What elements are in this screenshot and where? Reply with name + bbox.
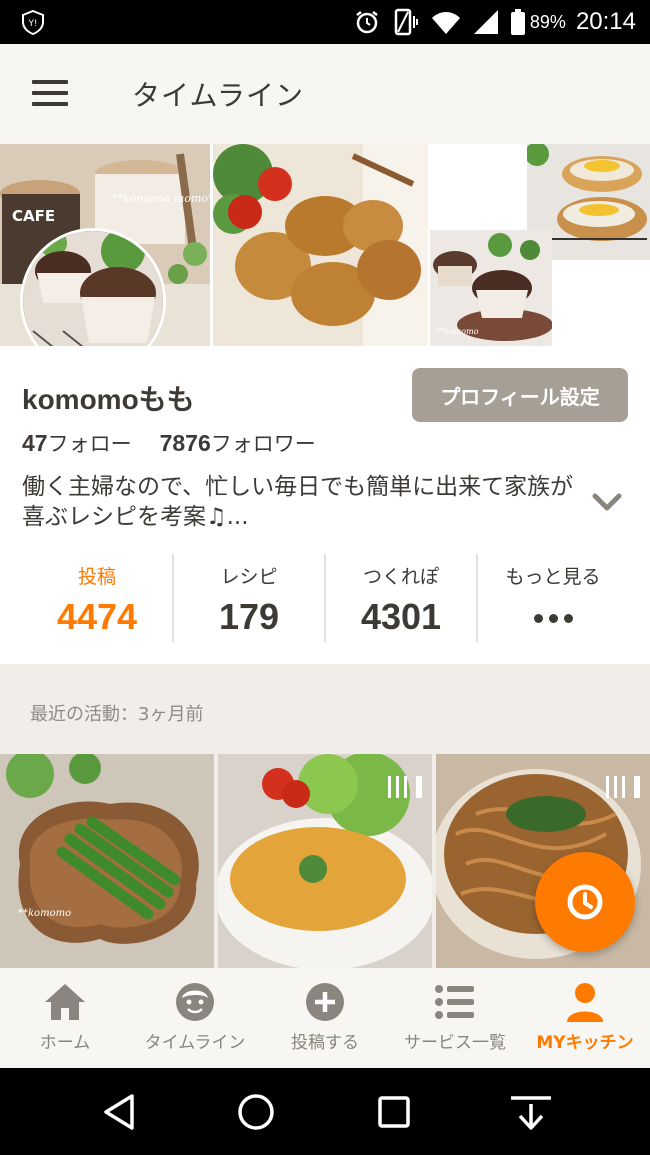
plus-circle-icon — [306, 983, 344, 1021]
stat-label: もっと見る — [505, 566, 601, 588]
nav-label: サービス一覧 — [404, 1033, 506, 1053]
follow-link[interactable]: 47フォロー — [22, 428, 132, 458]
profile-settings-button[interactable]: プロフィール設定 — [412, 368, 628, 422]
nav-label: MYキッチン — [536, 1033, 634, 1053]
status-bar: Y! 89% 20:14 — [0, 0, 650, 44]
recents-icon[interactable] — [376, 1094, 412, 1130]
stat-value: 4301 — [360, 596, 442, 637]
battery-icon — [510, 9, 525, 35]
stat-recipes[interactable]: レシピ 179 — [174, 554, 326, 642]
nav-label: ホーム — [39, 1033, 91, 1053]
recipe-photo-omelette[interactable] — [218, 754, 432, 968]
person-icon — [567, 983, 603, 1022]
clock: 20:14 — [575, 8, 636, 35]
cafe-cup-text: CAFE — [12, 207, 55, 225]
svg-text:Y!: Y! — [27, 19, 37, 29]
stat-tsukurepo[interactable]: つくれぽ 4301 — [326, 554, 478, 642]
recent-activity: 最近の活動：3ヶ月前 — [0, 664, 650, 756]
bottom-navigation: ホーム タイムライン 投稿する サービス一覧 MYキッチン — [0, 968, 650, 1068]
list-icon — [435, 985, 474, 1019]
notification-pulldown-icon[interactable] — [508, 1092, 554, 1132]
alarm-icon — [356, 11, 378, 34]
svg-text:**komomo: **komomo — [18, 908, 71, 919]
home-icon — [45, 984, 85, 1020]
nav-my-kitchen[interactable]: MYキッチン — [520, 968, 650, 1068]
signal-icon — [473, 10, 498, 34]
stat-posts[interactable]: 投稿 4474 — [22, 554, 174, 642]
nav-post[interactable]: 投稿する — [260, 968, 390, 1068]
vibrate-icon — [394, 8, 418, 36]
recipe-photo-asparagus[interactable]: **komomo — [0, 754, 214, 968]
profile-section: komomoもも プロフィール設定 47フォロー 7876フォロワー 働く主婦な… — [0, 346, 650, 664]
home-circle-icon[interactable] — [236, 1092, 276, 1132]
stat-label: つくれぽ — [362, 566, 439, 588]
page-title: タイムライン — [132, 79, 305, 112]
nav-services[interactable]: サービス一覧 — [390, 968, 520, 1068]
stat-value: 179 — [218, 596, 280, 637]
face-icon — [176, 983, 214, 1021]
nav-label: 投稿する — [291, 1033, 359, 1053]
stat-label: レシピ — [220, 566, 278, 588]
follow-stats: 47フォロー 7876フォロワー — [22, 428, 316, 458]
system-navigation-bar — [0, 1068, 650, 1155]
nav-timeline[interactable]: タイムライン — [130, 968, 260, 1068]
more-dots-icon — [478, 614, 628, 623]
wifi-icon — [431, 12, 460, 34]
shield-icon: Y! — [22, 9, 44, 35]
back-icon[interactable] — [100, 1092, 140, 1132]
history-fab-button[interactable] — [535, 852, 635, 952]
clock-icon — [567, 884, 603, 920]
follower-link[interactable]: 7876フォロワー — [160, 428, 316, 458]
nav-label: タイムライン — [144, 1033, 246, 1053]
profile-bio: 働く主婦なので、忙しい毎日でも簡単に出来て家族が喜ぶレシピを考案♫... — [22, 474, 574, 530]
chevron-down-icon[interactable] — [592, 492, 622, 512]
recent-activity-text: 最近の活動：3ヶ月前 — [30, 704, 204, 725]
banner-photo-karaage — [213, 144, 428, 346]
stats-row: 投稿 4474 レシピ 179 つくれぽ 4301 もっと見る — [22, 554, 628, 642]
banner-photo-muffin: **komomo — [430, 230, 552, 346]
username: komomoもも — [22, 384, 195, 415]
stat-value: 4474 — [56, 596, 138, 637]
app-bar: タイムライン — [0, 44, 650, 144]
hamburger-menu-icon[interactable] — [32, 80, 68, 108]
svg-text:**komomo: **komomo — [436, 327, 479, 336]
nav-home[interactable]: ホーム — [0, 968, 130, 1068]
stat-label: 投稿 — [77, 566, 116, 588]
banner-watermark: **komomo momo** — [112, 192, 210, 205]
stat-see-more[interactable]: もっと見る — [478, 554, 628, 642]
battery-percent: 89% — [529, 11, 566, 32]
